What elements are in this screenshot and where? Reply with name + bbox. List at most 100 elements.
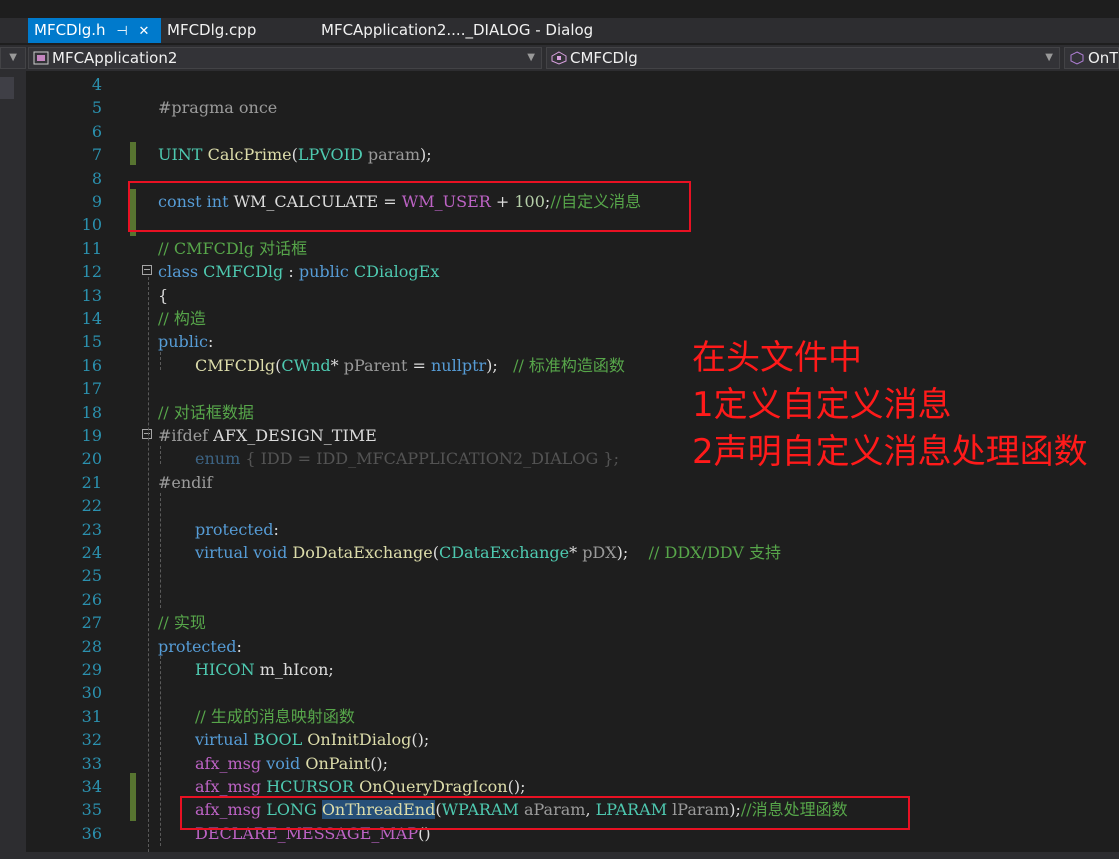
code-line: 22: [52, 494, 1119, 517]
code-token: #endif: [158, 472, 213, 492]
code-line: 23 protected:: [52, 518, 1119, 541]
code-token: :: [273, 519, 279, 539]
code-token: :: [283, 262, 299, 282]
code-token: );: [420, 145, 432, 165]
code-token: void: [261, 753, 301, 773]
tab-label: MFCDlg.cpp: [167, 21, 257, 39]
code-line: 24 virtual void DoDataExchange(CDataExcha…: [52, 541, 1119, 564]
code-token: ();: [507, 777, 526, 796]
method-icon: [1070, 51, 1084, 65]
code-token: :: [207, 332, 214, 352]
project-dropdown[interactable]: MFCApplication2 ▼: [28, 47, 542, 69]
line-number: 14: [81, 309, 102, 328]
line-number: 23: [81, 519, 102, 539]
code-line: 31 // 生成的消息映射函数: [52, 705, 1119, 728]
code-line: 6: [52, 120, 1119, 143]
line-number: 4: [91, 75, 102, 94]
annotation-text-step1: 1定义自定义消息: [692, 385, 952, 425]
line-number: 34: [81, 777, 102, 796]
code-line: 18 // 对话框数据: [52, 401, 1119, 424]
chevron-down-icon: ▼: [9, 52, 17, 63]
code-token: ();: [370, 753, 389, 773]
close-icon[interactable]: ✕: [138, 19, 149, 44]
line-number: 17: [81, 379, 102, 399]
code-token: CDialogEx: [348, 262, 440, 282]
code-token: CMFCDlg: [195, 355, 276, 375]
class-dropdown[interactable]: CMFCDlg ▼: [546, 47, 1060, 69]
annotation-text-step2: 2声明自定义消息处理函数: [692, 432, 1088, 472]
line-number: 33: [81, 753, 102, 773]
code-token: CalcPrime: [207, 145, 292, 165]
code-line: 25: [52, 564, 1119, 587]
tab-label: MFCApplication2...._DIALOG - Dialog: [321, 21, 594, 39]
code-token: afx_msg: [195, 777, 262, 796]
chevron-down-icon: ▼: [1045, 52, 1053, 63]
line-number: 6: [91, 121, 102, 141]
tab-dialog-resource[interactable]: MFCApplication2...._DIALOG - Dialog: [315, 18, 615, 43]
code-token: protected: [195, 519, 274, 539]
code-token: public: [298, 262, 349, 282]
line-number: 35: [81, 800, 102, 820]
code-line: 16 CMFCDlg(CWnd* pParent = nullptr); // 标…: [52, 354, 1119, 377]
code-token: // DDX/DDV 支持: [648, 543, 781, 562]
code-token: class: [158, 262, 199, 282]
code-line: 17: [52, 377, 1119, 400]
annotation-text-header: 在头文件中: [692, 338, 862, 378]
horizontal-scrollbar[interactable]: [26, 852, 1119, 859]
class-icon: [551, 51, 567, 65]
code-token: enum: [195, 449, 241, 469]
line-number: 20: [81, 449, 102, 469]
tab-mfcdlg-cpp[interactable]: MFCDlg.cpp: [161, 18, 281, 43]
code-token: protected: [158, 636, 237, 656]
line-number: 15: [81, 332, 102, 352]
code-token: // 标准构造函数: [513, 355, 625, 375]
code-token: CDataExchange: [438, 543, 570, 562]
line-number: 21: [81, 472, 102, 492]
code-line: 4: [52, 73, 1119, 96]
line-number: 16: [81, 355, 102, 375]
code-line: 33 afx_msg void OnPaint();: [52, 752, 1119, 775]
line-number: 30: [81, 683, 102, 703]
annotation-box-message-definition: [128, 181, 691, 232]
code-token: BOOL: [248, 730, 303, 750]
line-number: 5: [91, 98, 102, 118]
line-number: 36: [81, 823, 102, 843]
code-token: virtual: [195, 543, 249, 562]
project-icon: [33, 51, 49, 65]
code-token: public: [158, 332, 208, 352]
code-token: *: [569, 543, 583, 562]
code-line: 15 public:: [52, 330, 1119, 353]
code-token: AFX_DESIGN_TIME: [208, 426, 377, 445]
pin-icon[interactable]: ⊣: [116, 19, 127, 44]
solution-dropdown[interactable]: ▼: [0, 47, 26, 69]
code-token: DoDataExchange: [287, 543, 433, 562]
code-token: );: [616, 543, 649, 562]
code-token: // 构造: [158, 309, 206, 328]
editor-margin: [26, 71, 52, 859]
line-number: 9: [91, 192, 102, 211]
left-tool-strip: [0, 71, 26, 859]
member-dropdown[interactable]: OnT: [1064, 47, 1119, 69]
line-number: 7: [91, 145, 102, 165]
code-token: nullptr: [431, 355, 487, 375]
code-line: 28 protected:: [52, 635, 1119, 658]
tab-mfcdlg-h[interactable]: MFCDlg.h ⊣ ✕: [28, 18, 161, 43]
code-token: :: [236, 636, 242, 656]
line-number: 24: [81, 543, 102, 562]
navigation-bar: ▼ MFCApplication2 ▼ CMFCDlg ▼ OnT: [0, 45, 1119, 71]
code-token: OnInitDialog: [302, 730, 412, 750]
code-token: LPVOID: [297, 145, 363, 165]
line-number: 10: [81, 215, 102, 235]
code-token: HICON: [195, 660, 255, 679]
code-line: 5 #pragma once: [52, 96, 1119, 119]
code-token: m_hIcon;: [254, 660, 334, 679]
code-token: HCURSOR: [261, 777, 355, 796]
tab-label: MFCDlg.h: [34, 21, 106, 39]
code-token: pParent: [343, 355, 408, 375]
line-number: 22: [81, 496, 102, 516]
code-line: 30: [52, 681, 1119, 704]
toolbox-tab[interactable]: [0, 77, 14, 99]
code-token: ();: [411, 730, 430, 750]
code-token: UINT: [158, 145, 203, 165]
code-token: void: [248, 543, 288, 562]
